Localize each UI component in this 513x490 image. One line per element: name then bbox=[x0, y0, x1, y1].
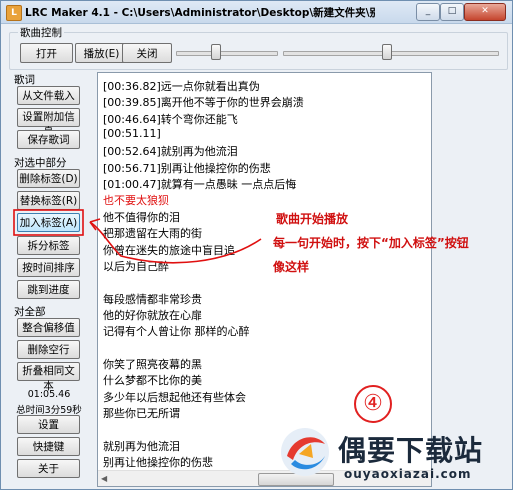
watermark-url: ouyaoxiazai.com bbox=[344, 467, 472, 481]
watermark-name: 偶要下载站 bbox=[338, 434, 484, 467]
watermark-logo-icon bbox=[281, 428, 329, 476]
add-tag-highlight-box bbox=[13, 209, 84, 236]
app-window: L LRC Maker 4.1 - C:\Users\Administrator… bbox=[0, 0, 513, 490]
step-number-badge: ④ bbox=[354, 385, 392, 423]
annotation-arrowhead bbox=[89, 218, 101, 231]
annotation-line-2: 每一句开始时，按下“加入标签”按钮 bbox=[273, 236, 469, 250]
annotation-arrow bbox=[89, 221, 262, 264]
annotation-line-3: 像这样 bbox=[273, 260, 310, 274]
annotation-line-1: 歌曲开始播放 bbox=[276, 212, 349, 226]
